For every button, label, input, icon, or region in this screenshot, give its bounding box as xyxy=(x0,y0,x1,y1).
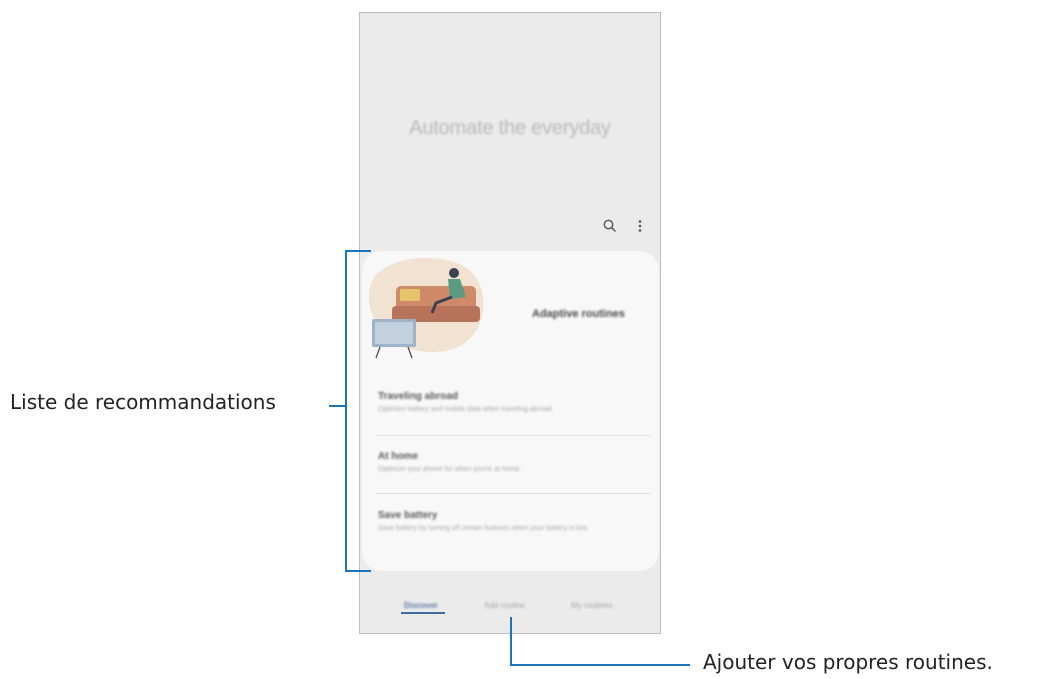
callout-lines xyxy=(329,250,690,666)
add-routines-annotation: Ajouter vos propres routines. xyxy=(703,650,993,674)
recommendations-annotation: Liste de recommandations xyxy=(10,390,276,414)
